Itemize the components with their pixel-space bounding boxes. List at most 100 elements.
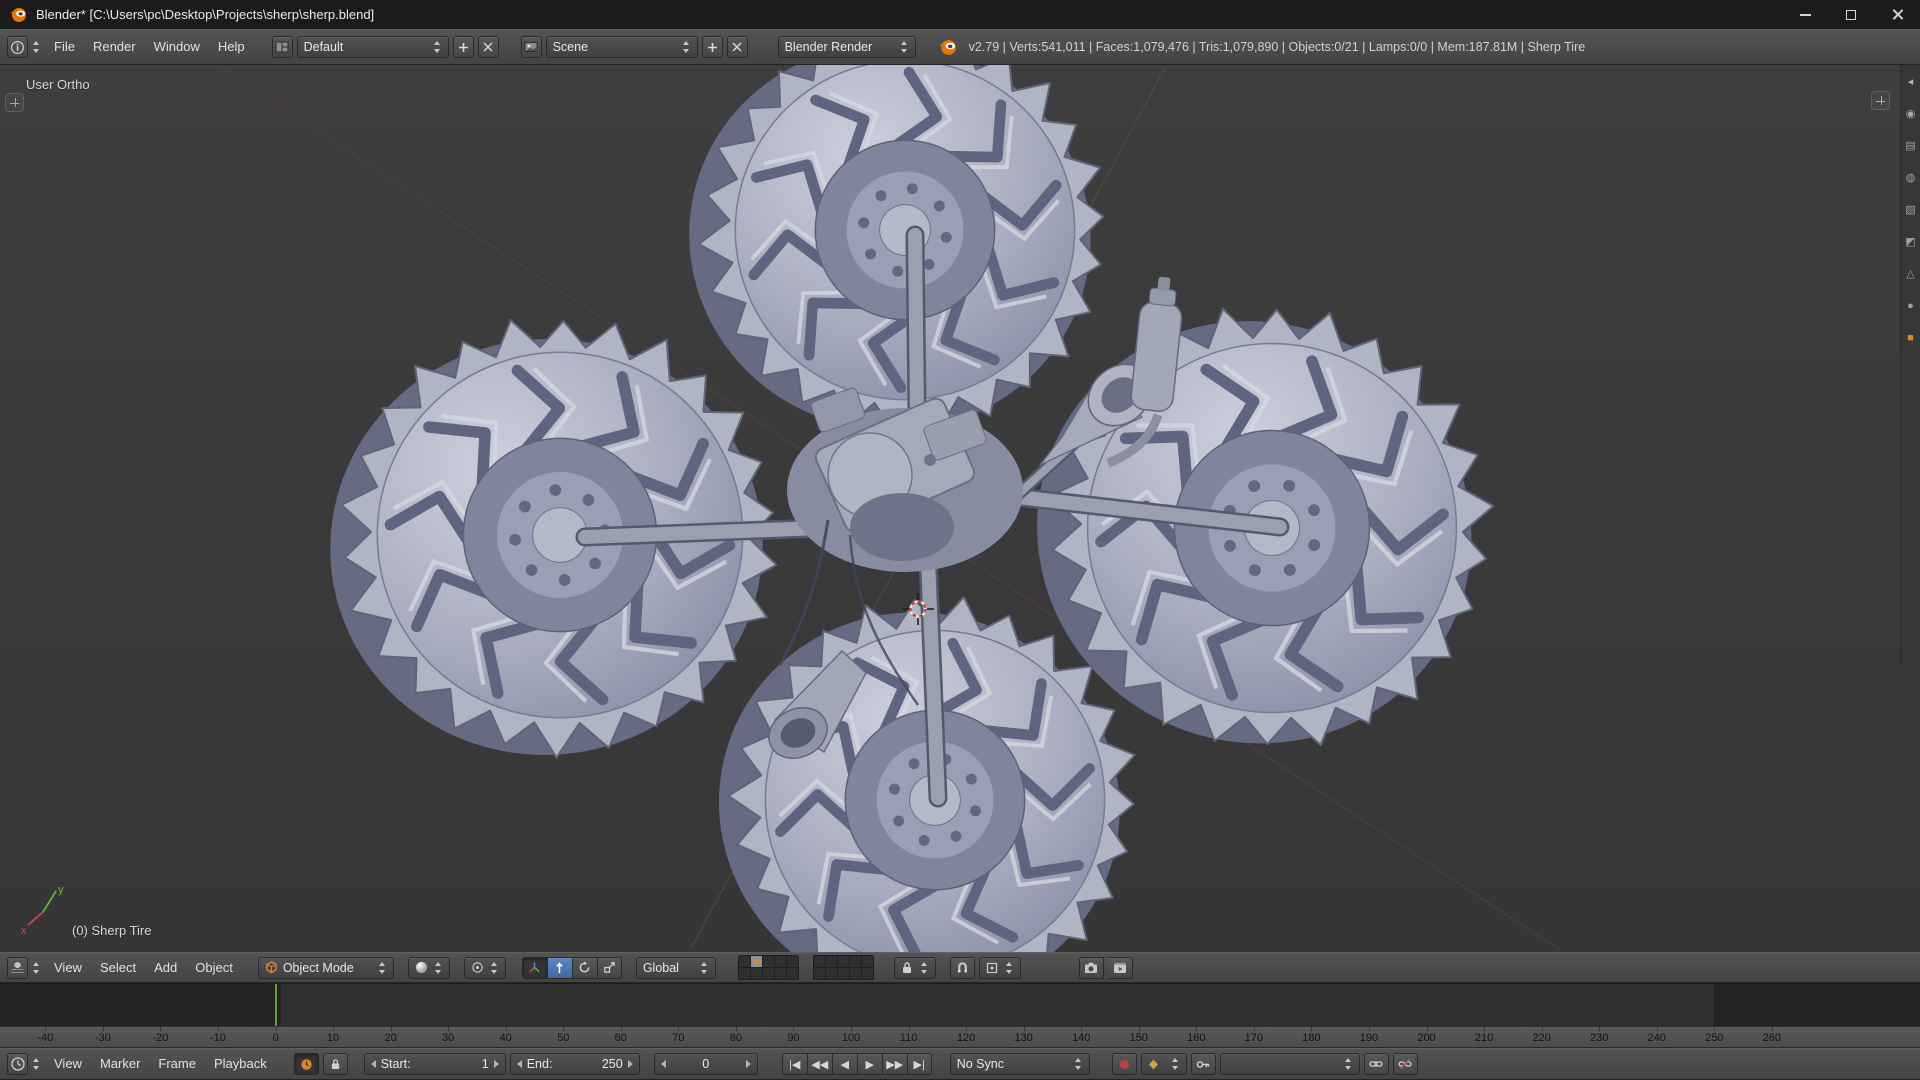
next-keyframe-button[interactable]: ▶▶ (882, 1053, 907, 1075)
editor-type-dropdown-icon[interactable] (32, 962, 41, 974)
collapse-arrow-icon[interactable]: ◂ (1908, 77, 1914, 88)
translate-manipulator-button[interactable] (547, 957, 572, 979)
material-tab-icon[interactable]: ● (1907, 301, 1914, 312)
lock-time-toggle-button[interactable] (323, 1053, 348, 1075)
menu-file[interactable]: File (45, 36, 84, 58)
scale-manipulator-button[interactable] (597, 957, 622, 979)
delete-screen-layout-button[interactable] (478, 36, 499, 58)
timeline-track[interactable] (0, 983, 1920, 1026)
editor-type-button[interactable] (7, 1053, 28, 1075)
decrement-icon[interactable] (661, 1060, 666, 1068)
toolshelf-expand-tab[interactable] (5, 93, 24, 112)
layer-cell[interactable] (763, 956, 774, 967)
close-button[interactable] (1874, 0, 1920, 29)
layer-cell[interactable] (814, 956, 825, 967)
layer-cell[interactable] (787, 956, 798, 967)
add-screen-layout-button[interactable] (453, 36, 474, 58)
active-keying-set-field[interactable] (1220, 1053, 1360, 1075)
current-frame-field[interactable]: 0 (654, 1053, 758, 1075)
play-reverse-button[interactable]: ◀ (832, 1053, 857, 1075)
lock-to-scene-dropdown[interactable] (894, 957, 936, 979)
layer-cell[interactable] (862, 968, 873, 979)
layer-cell[interactable] (862, 956, 873, 967)
layer-cell[interactable] (850, 968, 861, 979)
menu-help[interactable]: Help (209, 36, 254, 58)
mode-dropdown[interactable]: Object Mode (258, 957, 394, 979)
menu-marker[interactable]: Marker (91, 1053, 149, 1075)
editor-type-button[interactable] (7, 957, 28, 979)
layer-cell[interactable] (838, 956, 849, 967)
scene-field[interactable]: Scene (546, 36, 698, 58)
scene-browse-button[interactable] (521, 36, 542, 58)
world-tab-icon[interactable]: ◍ (1906, 173, 1916, 184)
increment-icon[interactable] (746, 1060, 751, 1068)
screen-layout-browse-button[interactable] (272, 36, 293, 58)
layer-cell[interactable] (814, 968, 825, 979)
layer-cell[interactable] (751, 968, 762, 979)
insert-keyframes-button[interactable] (1364, 1053, 1389, 1075)
menu-render[interactable]: Render (84, 36, 145, 58)
screen-layout-field[interactable]: Default (297, 36, 449, 58)
render-engine-dropdown[interactable]: Blender Render (778, 36, 916, 58)
increment-icon[interactable] (494, 1060, 499, 1068)
play-button[interactable]: ▶ (857, 1053, 882, 1075)
scene-tab-icon[interactable]: ▤ (1905, 141, 1915, 152)
menu-view[interactable]: View (45, 957, 91, 979)
object-tab-icon[interactable]: ■ (1907, 333, 1914, 344)
menu-frame[interactable]: Frame (149, 1053, 205, 1075)
snap-element-dropdown[interactable] (979, 957, 1021, 979)
viewport-3d[interactable]: User Ortho (0) Sherp Tire y x ◂◉▤◍▧◩△●■ (0, 65, 1920, 952)
menu-view[interactable]: View (45, 1053, 91, 1075)
sync-dropdown[interactable]: No Sync (950, 1053, 1090, 1075)
start-frame-field[interactable]: Start: 1 (364, 1053, 506, 1075)
layer-cell[interactable] (826, 968, 837, 979)
properties-editor-strip[interactable]: ◂ ◉ ▤ ◍ ▧ ◩ △ ● ■ (1900, 65, 1920, 665)
timeline-ruler[interactable]: -40-30-20-100102030405060708090100110120… (0, 1026, 1920, 1048)
layers-block-2[interactable] (813, 955, 874, 980)
constraints-tab-icon[interactable]: ▧ (1905, 205, 1915, 216)
menu-window[interactable]: Window (145, 36, 209, 58)
delete-scene-button[interactable] (727, 36, 748, 58)
menu-add[interactable]: Add (145, 957, 186, 979)
layer-cell[interactable] (763, 968, 774, 979)
data-tab-icon[interactable]: △ (1906, 269, 1914, 280)
keying-mode-dropdown[interactable] (1141, 1053, 1187, 1075)
layer-cell[interactable] (739, 968, 750, 979)
modifiers-tab-icon[interactable]: ◩ (1905, 237, 1915, 248)
end-frame-field[interactable]: End: 250 (510, 1053, 640, 1075)
increment-icon[interactable] (628, 1060, 633, 1068)
transform-orientation-dropdown[interactable]: Global (636, 957, 716, 979)
current-frame-indicator[interactable] (275, 984, 277, 1026)
viewport-shading-dropdown[interactable] (408, 957, 450, 979)
decrement-icon[interactable] (517, 1060, 522, 1068)
layers-block-1[interactable] (738, 955, 799, 980)
properties-expand-tab[interactable] (1871, 91, 1890, 110)
menu-select[interactable]: Select (91, 957, 145, 979)
editor-type-dropdown-icon[interactable] (32, 1058, 41, 1070)
layer-cell[interactable] (850, 956, 861, 967)
autokey-record-button[interactable] (1112, 1053, 1137, 1075)
previous-keyframe-button[interactable]: ◀◀ (807, 1053, 832, 1075)
menu-playback[interactable]: Playback (205, 1053, 276, 1075)
layer-cell[interactable] (751, 956, 762, 967)
maximize-button[interactable] (1828, 0, 1874, 29)
editor-type-dropdown-icon[interactable] (32, 41, 41, 53)
decrement-icon[interactable] (371, 1060, 376, 1068)
snap-toggle-button[interactable] (950, 957, 975, 979)
manipulator-toggle-button[interactable] (522, 957, 547, 979)
layer-cell[interactable] (775, 956, 786, 967)
opengl-render-button[interactable] (1079, 957, 1104, 979)
jump-to-end-button[interactable]: ▶| (907, 1053, 932, 1075)
layer-cell[interactable] (838, 968, 849, 979)
minimize-button[interactable] (1782, 0, 1828, 29)
opengl-render-anim-button[interactable] (1108, 957, 1133, 979)
layer-cell[interactable] (739, 956, 750, 967)
rotate-manipulator-button[interactable] (572, 957, 597, 979)
delete-keyframes-button[interactable] (1393, 1053, 1418, 1075)
layer-cell[interactable] (775, 968, 786, 979)
render-tab-icon[interactable]: ◉ (1906, 109, 1916, 120)
pivot-point-dropdown[interactable] (464, 957, 506, 979)
layer-cell[interactable] (826, 956, 837, 967)
editor-type-button[interactable] (7, 36, 28, 58)
menu-object[interactable]: Object (186, 957, 242, 979)
